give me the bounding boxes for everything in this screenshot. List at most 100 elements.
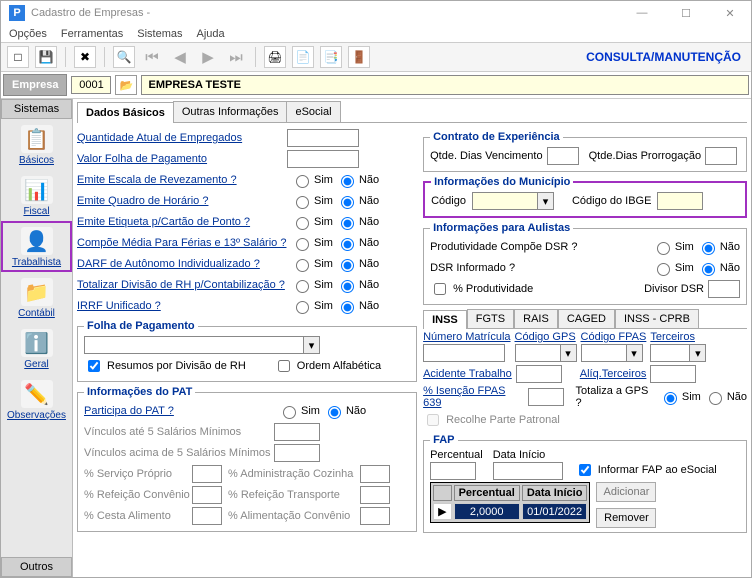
input-qtd-empregados[interactable] xyxy=(287,129,359,147)
input-acidente[interactable] xyxy=(516,365,562,383)
delete-icon[interactable]: ✖ xyxy=(74,46,96,68)
terc-dropdown-icon[interactable]: ▾ xyxy=(690,344,706,362)
sidebar-item-observacoes[interactable]: ✏️Observações xyxy=(1,374,72,425)
radio-irrf-sim[interactable] xyxy=(296,301,309,314)
lbl-acidente[interactable]: Acidente Trabalho xyxy=(423,368,512,380)
input-terceiros[interactable] xyxy=(650,344,690,362)
radio-pat-sim[interactable] xyxy=(283,406,296,419)
input-cod-gps[interactable] xyxy=(515,344,561,362)
tab-outras-info[interactable]: Outras Informações xyxy=(173,101,288,122)
exit-icon[interactable]: 🚪 xyxy=(348,46,370,68)
radio-totgps-nao[interactable] xyxy=(709,392,722,405)
radio-escala-sim[interactable] xyxy=(296,175,309,188)
lbl-cod-fpas[interactable]: Código FPAS xyxy=(581,331,647,343)
input-num-mat[interactable] xyxy=(423,344,505,362)
table-row[interactable]: ▶2,000001/01/2022 xyxy=(433,503,587,520)
menu-sistemas[interactable]: Sistemas xyxy=(137,28,182,40)
codigo-dropdown-icon[interactable]: ▾ xyxy=(538,192,554,210)
menu-opcoes[interactable]: Opções xyxy=(9,28,47,40)
lbl-media[interactable]: Compõe Média Para Férias e 13º Salário ? xyxy=(77,237,287,249)
lbl-totaliza[interactable]: Totalizar Divisão de RH p/Contabilização… xyxy=(77,279,287,291)
tab-inss[interactable]: INSS xyxy=(423,310,467,329)
check-resumos[interactable] xyxy=(88,360,100,372)
lbl-terceiros[interactable]: Terceiros xyxy=(650,331,706,343)
tab-cprb[interactable]: INSS - CPRB xyxy=(615,309,699,328)
radio-media-sim[interactable] xyxy=(296,238,309,251)
radio-darf-sim[interactable] xyxy=(296,259,309,272)
input-aliq-terc[interactable] xyxy=(650,365,696,383)
input-cod-fpas[interactable] xyxy=(581,344,627,362)
nav-last-icon[interactable]: ⏭ xyxy=(225,46,247,68)
sidebar-footer[interactable]: Outros xyxy=(1,557,72,577)
input-fap-data[interactable] xyxy=(493,462,563,480)
lbl-escala[interactable]: Emite Escala de Revezamento ? xyxy=(77,174,287,186)
input-valor-folha[interactable] xyxy=(287,150,359,168)
sidebar-item-contabil[interactable]: 📁Contábil xyxy=(1,272,72,323)
radio-totgps-sim[interactable] xyxy=(664,392,677,405)
nav-prev-icon[interactable]: ◀ xyxy=(169,46,191,68)
input-fap-perc[interactable] xyxy=(430,462,476,480)
radio-etiqueta-nao[interactable] xyxy=(341,217,354,230)
lbl-darf[interactable]: DARF de Autônomo Individualizado ? xyxy=(77,258,287,270)
tab-esocial[interactable]: eSocial xyxy=(286,101,340,122)
sidebar-item-geral[interactable]: ℹ️Geral xyxy=(1,323,72,374)
radio-quadro-sim[interactable] xyxy=(296,196,309,209)
radio-proddsr-sim[interactable] xyxy=(657,242,670,255)
input-divisor[interactable] xyxy=(708,280,740,298)
open-folder-icon[interactable]: 📂 xyxy=(115,75,137,95)
save-icon[interactable]: 💾 xyxy=(35,46,57,68)
close-button[interactable]: ✕ xyxy=(717,7,743,20)
input-folha[interactable] xyxy=(84,336,304,354)
sidebar-item-trabalhista[interactable]: 👤Trabalhista xyxy=(1,221,72,272)
check-ordem[interactable] xyxy=(278,360,290,372)
radio-pat-nao[interactable] xyxy=(328,406,341,419)
input-codigo-mun[interactable] xyxy=(472,192,538,210)
lbl-etiqueta[interactable]: Emite Etiqueta p/Cartão de Ponto ? xyxy=(77,216,287,228)
menu-ferramentas[interactable]: Ferramentas xyxy=(61,28,123,40)
radio-etiqueta-sim[interactable] xyxy=(296,217,309,230)
sidebar-item-fiscal[interactable]: 📊Fiscal xyxy=(1,170,72,221)
lbl-quadro[interactable]: Emite Quadro de Horário ? xyxy=(77,195,287,207)
check-pct-prod[interactable] xyxy=(434,283,446,295)
adicionar-button[interactable]: Adicionar xyxy=(596,482,656,502)
gps-dropdown-icon[interactable]: ▾ xyxy=(561,344,577,362)
maximize-button[interactable]: ☐ xyxy=(673,7,699,20)
check-informar-fap[interactable] xyxy=(579,464,591,476)
lbl-valor-folha[interactable]: Valor Folha de Pagamento xyxy=(77,153,287,165)
input-isencao[interactable] xyxy=(528,388,564,406)
lbl-isencao[interactable]: % Isenção FPAS 639 xyxy=(423,385,523,409)
search-icon[interactable]: 🔍 xyxy=(113,46,135,68)
radio-irrf-nao[interactable] xyxy=(341,301,354,314)
tab-rais[interactable]: RAIS xyxy=(514,309,558,328)
input-qtde-venc[interactable] xyxy=(547,147,579,165)
empresa-code[interactable]: 0001 xyxy=(71,76,111,94)
print-icon[interactable]: 🖨 xyxy=(264,46,286,68)
lbl-qtd-empregados[interactable]: Quantidade Atual de Empregados xyxy=(77,132,287,144)
lbl-cod-gps[interactable]: Código GPS xyxy=(515,331,577,343)
report1-icon[interactable]: 📄 xyxy=(292,46,314,68)
radio-darf-nao[interactable] xyxy=(341,259,354,272)
menu-ajuda[interactable]: Ajuda xyxy=(197,28,225,40)
minimize-button[interactable]: — xyxy=(629,7,655,20)
radio-media-nao[interactable] xyxy=(341,238,354,251)
lbl-irrf[interactable]: IRRF Unificado ? xyxy=(77,300,287,312)
radio-quadro-nao[interactable] xyxy=(341,196,354,209)
tab-dados-basicos[interactable]: Dados Básicos xyxy=(77,102,174,123)
nav-first-icon[interactable]: ⏮ xyxy=(141,46,163,68)
input-codigo-ibge[interactable] xyxy=(657,192,703,210)
empresa-tab[interactable]: Empresa xyxy=(3,74,67,96)
radio-totaliza-sim[interactable] xyxy=(296,280,309,293)
folha-dropdown-icon[interactable]: ▾ xyxy=(304,336,320,354)
nav-next-icon[interactable]: ▶ xyxy=(197,46,219,68)
new-icon[interactable]: □ xyxy=(7,46,29,68)
radio-proddsr-nao[interactable] xyxy=(702,242,715,255)
radio-totaliza-nao[interactable] xyxy=(341,280,354,293)
radio-dsrinf-sim[interactable] xyxy=(657,263,670,276)
input-qtde-prorr[interactable] xyxy=(705,147,737,165)
remover-button[interactable]: Remover xyxy=(596,508,656,528)
empresa-name[interactable]: EMPRESA TESTE xyxy=(141,75,749,95)
tab-caged[interactable]: CAGED xyxy=(558,309,615,328)
radio-escala-nao[interactable] xyxy=(341,175,354,188)
fpas-dropdown-icon[interactable]: ▾ xyxy=(627,344,643,362)
report2-icon[interactable]: 📑 xyxy=(320,46,342,68)
